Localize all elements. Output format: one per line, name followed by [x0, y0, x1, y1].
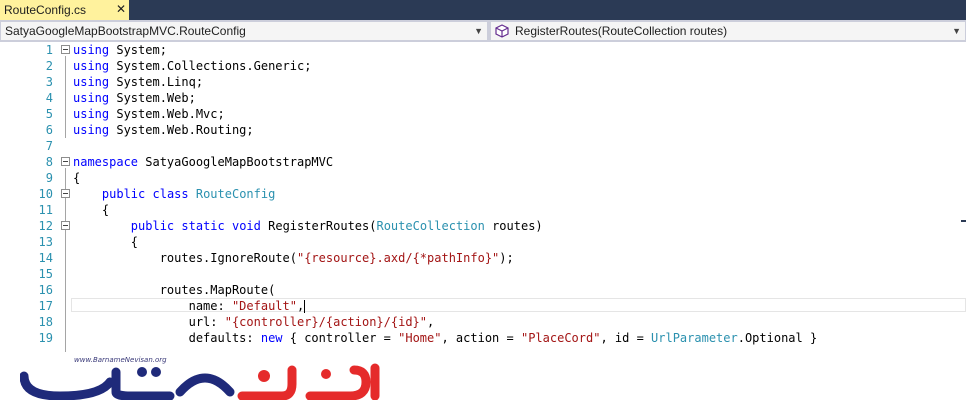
line-number: 9: [45, 171, 53, 185]
line-number: 6: [45, 123, 53, 137]
document-tab-strip: RouteConfig.cs ✕: [0, 0, 966, 20]
line-number: 13: [38, 235, 53, 249]
code-line: 11 {: [0, 202, 966, 218]
code-text: using System;: [73, 43, 167, 57]
code-text: public static void RegisterRoutes(RouteC…: [130, 219, 543, 233]
line-number: 8: [45, 155, 53, 169]
code-text: routes.IgnoreRoute("{resource}.axd/{*pat…: [159, 251, 514, 265]
close-icon[interactable]: ✕: [116, 2, 126, 16]
line-number: 11: [38, 203, 53, 217]
cube-icon: [495, 24, 509, 38]
code-text: public class RouteConfig: [101, 187, 276, 201]
code-line: 1 using System;: [0, 42, 966, 58]
code-line: 17 name: "Default",: [0, 298, 966, 314]
code-line: 2 using System.Collections.Generic;: [0, 58, 966, 74]
code-line: 16 routes.MapRoute(: [0, 282, 966, 298]
code-line: 15: [0, 266, 966, 282]
code-line: 12 public static void RegisterRoutes(Rou…: [0, 218, 966, 234]
code-text: using System.Web.Routing;: [73, 123, 254, 137]
text-caret: [304, 300, 306, 313]
line-number: 16: [38, 283, 53, 297]
line-number: 18: [38, 315, 53, 329]
collapse-icon[interactable]: [61, 221, 70, 230]
code-text: {: [130, 235, 139, 249]
line-number: 12: [38, 219, 53, 233]
line-number: 14: [38, 251, 53, 265]
code-line: 19 defaults: new { controller = "Home", …: [0, 330, 966, 346]
code-line: 3 using System.Linq;: [0, 74, 966, 90]
member-scope-value: RegisterRoutes(RouteCollection routes): [515, 24, 728, 38]
barnamenevisan-logo: [20, 363, 380, 400]
chevron-down-icon: ▼: [474, 26, 483, 36]
line-number: 10: [38, 187, 53, 201]
code-text: using System.Collections.Generic;: [73, 59, 312, 73]
code-line: 7: [0, 138, 966, 154]
code-line: 8 namespace SatyaGoogleMapBootstrapMVC: [0, 154, 966, 170]
collapse-icon[interactable]: [61, 157, 70, 166]
line-number: 4: [45, 91, 53, 105]
line-number: 15: [38, 267, 53, 281]
code-line: 6 using System.Web.Routing;: [0, 122, 966, 138]
code-line: 5 using System.Web.Mvc;: [0, 106, 966, 122]
code-text: using System.Linq;: [73, 75, 204, 89]
code-line: 18 url: "{controller}/{action}/{id}",: [0, 314, 966, 330]
code-text: namespace SatyaGoogleMapBootstrapMVC: [73, 155, 334, 169]
member-scope-dropdown[interactable]: RegisterRoutes(RouteCollection routes) ▼: [490, 21, 966, 41]
line-number: 3: [45, 75, 53, 89]
code-text: routes.MapRoute(: [159, 283, 276, 297]
code-line: 14 routes.IgnoreRoute("{resource}.axd/{*…: [0, 250, 966, 266]
code-editor[interactable]: 1 using System; 2 using System.Collectio…: [0, 42, 966, 352]
code-text: using System.Web;: [73, 91, 196, 105]
code-text: defaults: new { controller = "Home", act…: [188, 331, 818, 345]
tab-routeconfig[interactable]: RouteConfig.cs ✕: [0, 0, 129, 20]
code-line: 10 public class RouteConfig: [0, 186, 966, 202]
tab-title: RouteConfig.cs: [4, 3, 87, 17]
type-scope-dropdown[interactable]: SatyaGoogleMapBootstrapMVC.RouteConfig ▼: [0, 21, 488, 41]
code-line: 13 {: [0, 234, 966, 250]
chevron-down-icon: ▼: [952, 26, 961, 36]
code-text: {: [73, 171, 81, 185]
line-number: 5: [45, 107, 53, 121]
collapse-icon[interactable]: [61, 45, 70, 54]
navigation-bar: SatyaGoogleMapBootstrapMVC.RouteConfig ▼…: [0, 20, 966, 43]
watermark-area: www.BarnameNevisan.org: [0, 352, 966, 401]
code-text: using System.Web.Mvc;: [73, 107, 225, 121]
type-scope-value: SatyaGoogleMapBootstrapMVC.RouteConfig: [5, 24, 246, 38]
code-text: url: "{controller}/{action}/{id}",: [188, 315, 435, 329]
line-number: 17: [38, 299, 53, 313]
line-number: 2: [45, 59, 53, 73]
code-line: 4 using System.Web;: [0, 90, 966, 106]
collapse-icon[interactable]: [61, 189, 70, 198]
line-number: 19: [38, 331, 53, 345]
line-number: 7: [45, 139, 53, 153]
code-line: 9 {: [0, 170, 966, 186]
code-text: {: [101, 203, 110, 217]
code-text: name: "Default",: [188, 299, 306, 313]
line-number: 1: [45, 43, 53, 57]
